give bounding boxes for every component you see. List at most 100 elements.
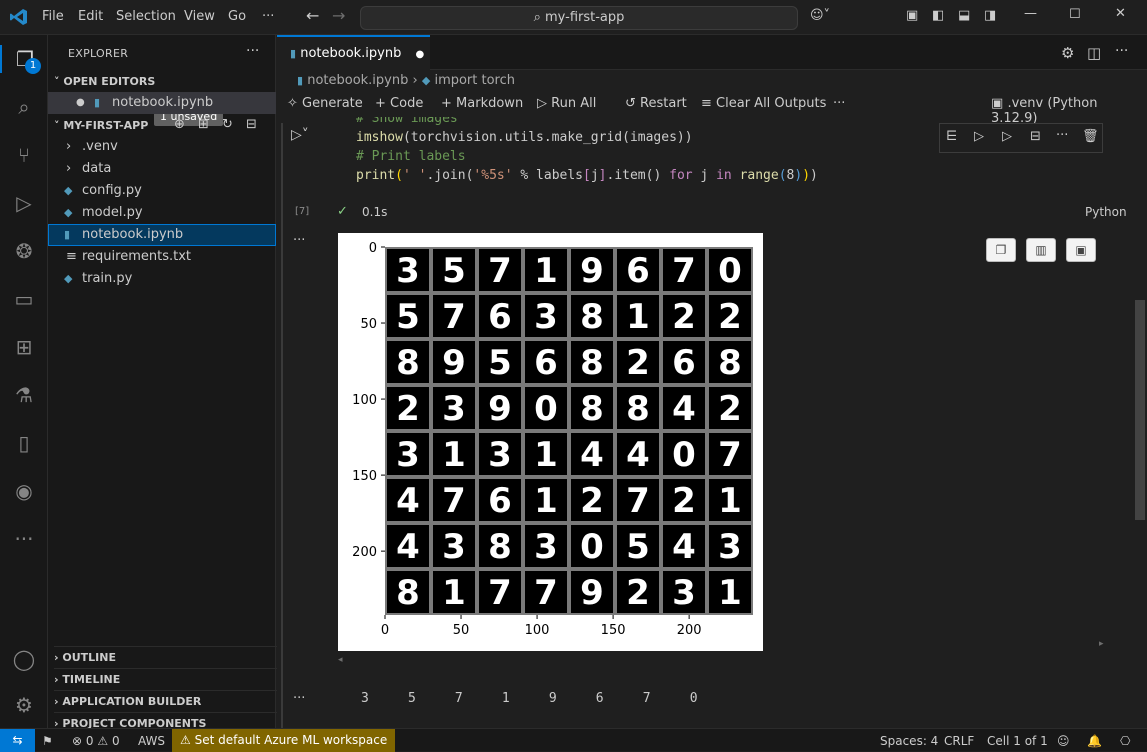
digit-glyph: 1 xyxy=(718,481,742,521)
digit-glyph: 2 xyxy=(626,343,650,383)
open-editor-item[interactable]: ● ▮ notebook.ipynb xyxy=(48,92,276,114)
maximize-icon[interactable]: ☐ xyxy=(1069,7,1081,22)
scroll-right-icon[interactable]: ▸ xyxy=(1099,639,1104,649)
tree-item-train[interactable]: ◆ train.py xyxy=(48,268,276,290)
copilot-icon[interactable]: ☺˅ xyxy=(810,8,830,23)
menu-file[interactable]: File xyxy=(42,9,64,24)
eol-indicator[interactable]: CRLF xyxy=(944,734,974,748)
tree-item-model[interactable]: ◆ model.py xyxy=(48,202,276,224)
indentation-indicator[interactable]: Spaces: 4 xyxy=(880,734,938,748)
new-file-icon[interactable]: ⊕ xyxy=(174,117,185,132)
menu-view[interactable]: View xyxy=(184,9,215,24)
toggle-panel-icon[interactable]: ⬓ xyxy=(958,8,970,23)
more-views-icon[interactable]: ··· xyxy=(10,525,38,553)
breadcrumb-symbol[interactable]: import torch xyxy=(434,73,515,88)
refresh-icon[interactable]: ↻ xyxy=(222,117,233,132)
split-cell-icon[interactable]: ⊟ xyxy=(1030,129,1041,144)
cell-indicator[interactable]: Cell 1 of 1 xyxy=(987,734,1048,748)
breadcrumb-file[interactable]: notebook.ipynb xyxy=(307,73,408,88)
copilot-status-icon[interactable]: ☺ xyxy=(1057,734,1070,748)
digit-glyph: 7 xyxy=(534,573,558,613)
unsaved-dot-icon[interactable]: ● xyxy=(416,49,425,60)
save-output-button[interactable]: ▣ xyxy=(1066,238,1096,262)
toggle-secondary-sidebar-icon[interactable]: ◨ xyxy=(984,8,996,23)
collapse-all-icon[interactable]: ⊟ xyxy=(246,117,257,132)
code-cell[interactable]: ▷˅ # Show images imshow(torchvision.util… xyxy=(277,117,1147,227)
settings-gear-icon[interactable]: ⚙ xyxy=(1061,44,1074,62)
add-markdown-button[interactable]: + Markdown xyxy=(441,96,523,111)
application-builder-section[interactable]: › APPLICATION BUILDER xyxy=(54,690,280,708)
account-icon[interactable]: ◯ xyxy=(10,645,38,673)
vertical-scrollbar[interactable] xyxy=(1135,300,1145,520)
delete-cell-icon[interactable]: 🗑 xyxy=(1082,129,1099,144)
digit-glyph: 3 xyxy=(718,527,742,567)
problems-indicator[interactable]: ⊗ 0 ⚠ 0 xyxy=(72,734,120,748)
clear-outputs-button[interactable]: ≡ Clear All Outputs xyxy=(701,96,826,111)
tab-notebook[interactable]: ▮ notebook.ipynb ● xyxy=(277,35,430,70)
code-line-comment-2: # Print labels xyxy=(356,149,466,164)
bell-icon[interactable]: 🔔 xyxy=(1087,734,1102,748)
tree-item-notebook[interactable]: ▮ notebook.ipynb xyxy=(48,224,276,246)
toolbar-more-button[interactable]: ··· xyxy=(833,96,845,111)
forward-arrow-icon[interactable]: → xyxy=(332,6,345,25)
extensions-icon[interactable]: ⊞ xyxy=(10,333,38,361)
menu-selection[interactable]: Selection xyxy=(116,9,176,24)
add-code-button[interactable]: + Code xyxy=(375,96,423,111)
cell-more-icon[interactable]: ··· xyxy=(1056,128,1068,143)
project-header[interactable]: ˅ MY-FIRST-APP xyxy=(54,119,148,132)
espressif-icon[interactable]: ◉ xyxy=(10,477,38,505)
azure-ml-workspace-button[interactable]: ⚠ Set default Azure ML workspace xyxy=(172,729,396,752)
menu-go[interactable]: Go xyxy=(228,9,246,24)
aws-indicator[interactable]: AWS xyxy=(138,734,165,748)
menu-edit[interactable]: Edit xyxy=(78,9,103,24)
close-icon[interactable]: ✕ xyxy=(1115,6,1126,21)
open-plot-viewer-button[interactable]: ▥ xyxy=(1026,238,1056,262)
digit-glyph: 0 xyxy=(534,389,558,429)
split-editor-icon[interactable]: ◫ xyxy=(1087,44,1101,62)
execute-above-icon[interactable]: ⋿ xyxy=(946,129,957,144)
execute-cell-and-below-icon[interactable]: ▷ xyxy=(974,129,984,144)
tree-item-requirements[interactable]: ≡ requirements.txt xyxy=(48,246,276,268)
copy-output-button[interactable]: ❐ xyxy=(986,238,1016,262)
remote-explorer-icon[interactable]: ▭ xyxy=(10,285,38,313)
ai-toolkit-icon[interactable]: ❂ xyxy=(10,237,38,265)
notifications-icon[interactable]: ⎔ xyxy=(1120,734,1130,748)
run-all-button[interactable]: ▷ Run All xyxy=(537,96,596,111)
cell-focus-bar xyxy=(281,123,283,728)
layout-customize-icon[interactable]: ▣ xyxy=(906,8,918,23)
run-cell-icon[interactable]: ▷˅ xyxy=(291,127,309,143)
output-more-icon-2[interactable]: ··· xyxy=(293,691,305,706)
testing-icon[interactable]: ⚗ xyxy=(10,381,38,409)
generate-button[interactable]: ✧ Generate xyxy=(287,96,363,111)
cell-language[interactable]: Python xyxy=(1085,205,1127,219)
explorer-icon[interactable]: ❐ xyxy=(0,45,48,73)
outline-section[interactable]: › OUTLINE xyxy=(54,646,280,664)
more-actions-icon[interactable]: ··· xyxy=(246,43,259,59)
more-actions-icon[interactable]: ··· xyxy=(1115,43,1128,59)
open-editors-header[interactable]: ˅ OPEN EDITORS xyxy=(54,75,155,88)
minimize-icon[interactable]: — xyxy=(1024,6,1037,21)
device-icon[interactable]: ▯ xyxy=(10,429,38,457)
timeline-section[interactable]: › TIMELINE xyxy=(54,668,280,686)
digit-glyph: 9 xyxy=(442,343,466,383)
tree-item-config[interactable]: ◆ config.py xyxy=(48,180,276,202)
run-debug-icon[interactable]: ▷ xyxy=(10,189,38,217)
restart-button[interactable]: ↺ Restart xyxy=(625,96,687,111)
command-center-search[interactable]: ⌕ my-first-app xyxy=(360,6,798,30)
unsaved-dot-icon[interactable]: ● xyxy=(76,92,85,114)
code-line-imshow: imshow(torchvision.utils.make_grid(image… xyxy=(356,130,693,145)
remote-indicator-icon[interactable]: ⇆ xyxy=(0,729,35,752)
search-icon[interactable]: ⌕ xyxy=(10,93,38,121)
settings-gear-icon[interactable]: ⚙ xyxy=(10,691,38,719)
scroll-left-icon[interactable]: ◂ xyxy=(338,655,343,665)
back-arrow-icon[interactable]: ← xyxy=(306,6,319,25)
toggle-sidebar-icon[interactable]: ◧ xyxy=(932,8,944,23)
execute-below-icon[interactable]: ▷ xyxy=(1002,129,1012,144)
tree-item-venv[interactable]: › .venv xyxy=(48,136,276,158)
output-more-icon[interactable]: ··· xyxy=(293,233,305,248)
new-folder-icon[interactable]: ⊞ xyxy=(198,117,209,132)
menu-more[interactable]: ··· xyxy=(262,9,274,24)
tree-item-data[interactable]: › data xyxy=(48,158,276,180)
source-control-icon[interactable]: ⑂ xyxy=(10,141,38,169)
live-share-icon[interactable]: ⚑ xyxy=(42,734,53,748)
